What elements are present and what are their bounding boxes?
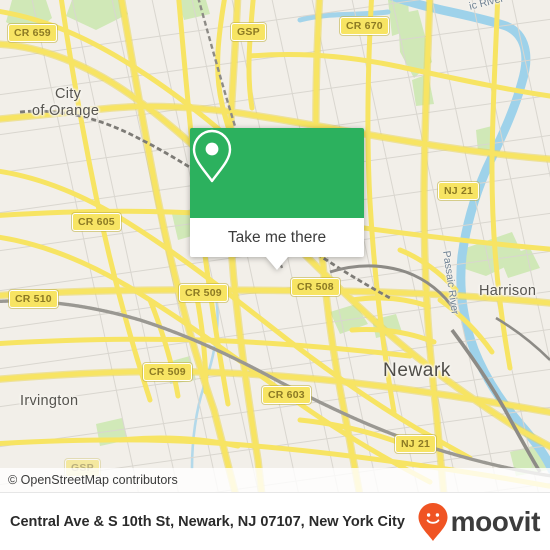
moovit-brand: moovit: [417, 502, 550, 542]
moovit-smiley-pin-icon: [418, 503, 448, 541]
place-label-harrison: Harrison: [479, 283, 537, 299]
map-canvas[interactable]: CR 659 GSP CR 670 NJ 21 CR 605 CR 510 CR…: [0, 0, 550, 492]
take-me-there-label: Take me there: [227, 228, 327, 246]
road-shield: CR 509: [143, 363, 192, 381]
road-shield: GSP: [231, 23, 266, 41]
footer-bar: Central Ave & S 10th St, Newark, NJ 0710…: [0, 492, 550, 550]
address-label: Central Ave & S 10th St, Newark, NJ 0710…: [10, 514, 405, 530]
popup-header: [190, 128, 364, 218]
moovit-wordmark: moovit: [450, 506, 541, 537]
place-label-city: City: [55, 86, 82, 102]
road-shield: NJ 21: [395, 435, 437, 453]
road-shield: CR 508: [291, 278, 340, 296]
place-label-newark: Newark: [383, 360, 452, 381]
moovit-map-screenshot: CR 659 GSP CR 670 NJ 21 CR 605 CR 510 CR…: [0, 0, 550, 550]
popup-footer[interactable]: Take me there: [190, 218, 364, 257]
location-popup[interactable]: Take me there: [190, 128, 364, 270]
place-label-irvington: Irvington: [20, 393, 79, 409]
place-label-of-orange: of Orange: [32, 103, 100, 119]
road-shield: CR 670: [340, 17, 389, 35]
osm-attribution-text[interactable]: © OpenStreetMap contributors: [0, 473, 178, 487]
map-attribution-bar: © OpenStreetMap contributors: [0, 468, 550, 492]
road-shield: CR 603: [262, 386, 311, 404]
road-shield: CR 509: [179, 284, 228, 302]
popup-tail: [266, 257, 288, 270]
road-shield: CR 659: [8, 24, 57, 42]
map-pin-icon: [192, 129, 232, 183]
road-shield: NJ 21: [438, 182, 480, 200]
road-shield: CR 510: [9, 290, 58, 308]
road-shield: CR 605: [72, 213, 121, 231]
